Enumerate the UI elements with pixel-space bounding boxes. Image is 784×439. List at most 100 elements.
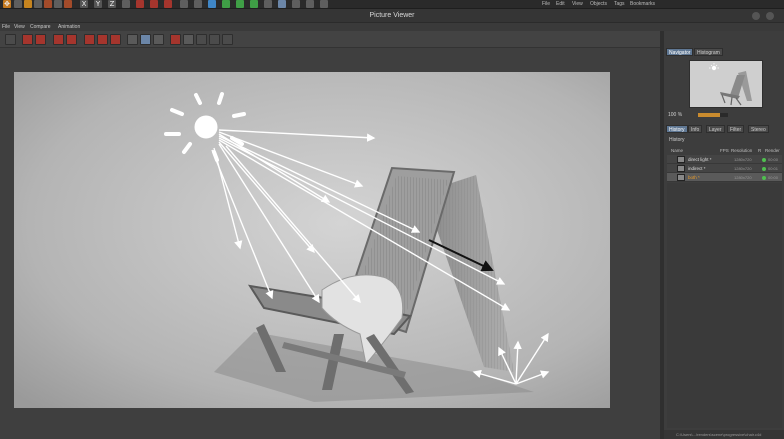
history-row-name: indirect * [688, 166, 706, 171]
menu-view[interactable]: View [14, 23, 25, 31]
tab-layer[interactable]: Layer [706, 125, 725, 133]
menu-file[interactable]: File [2, 23, 10, 31]
status-dot-icon [762, 158, 766, 162]
view-icon[interactable] [97, 34, 108, 45]
column-name[interactable]: Name [671, 147, 683, 154]
cube-icon[interactable] [180, 0, 188, 8]
color-icon[interactable] [209, 34, 220, 45]
app-menu-file[interactable]: File [542, 0, 550, 8]
rotate-tool-icon[interactable] [24, 0, 32, 8]
right-panel: Navigator Histogram 100 % History Info L… [664, 31, 784, 439]
column-resolution[interactable]: Resolution [731, 147, 752, 154]
lock-icon[interactable] [110, 34, 121, 45]
close-button[interactable] [766, 12, 774, 20]
tab-navigator[interactable]: Navigator [666, 48, 694, 56]
minimize-button[interactable] [752, 12, 760, 20]
status-dot-icon [762, 167, 766, 171]
zoom-value[interactable]: 100 % [668, 111, 682, 119]
history-row-time: 00:01 [768, 166, 779, 171]
layout-icon[interactable] [320, 0, 328, 8]
app-menu-view[interactable]: View [572, 0, 583, 8]
cinema4d-window: ✥ X Y Z File Edit View Objects Tags Book… [0, 0, 784, 439]
history-row[interactable]: direct light * 1280x720 00:00 [667, 155, 782, 164]
scene-object-icon[interactable] [306, 0, 314, 8]
picture-viewer-toolbar [0, 31, 660, 48]
points-tool-icon[interactable] [44, 0, 52, 8]
history-row[interactable]: indirect * 1280x720 00:01 [667, 164, 782, 173]
tab-histogram[interactable]: Histogram [694, 48, 723, 56]
zoom-row: 100 % [668, 111, 780, 119]
column-fps[interactable]: FPS [720, 147, 729, 154]
scene-icon[interactable] [292, 0, 300, 8]
camera-object-icon[interactable] [264, 0, 272, 8]
axis-x-icon[interactable]: X [80, 0, 88, 8]
deformer-icon[interactable] [236, 0, 244, 8]
axis-z-icon[interactable]: Z [108, 0, 116, 8]
window-title: Picture Viewer [369, 12, 415, 19]
rendered-image [14, 72, 610, 408]
zoom-slider[interactable] [698, 113, 728, 117]
history-row-resolution: 1280x720 [734, 175, 752, 180]
render-view-icon[interactable] [136, 0, 144, 8]
scale-tool-icon[interactable] [14, 0, 22, 8]
app-menu-tags[interactable]: Tags [614, 0, 625, 8]
edges-tool-icon[interactable] [54, 0, 62, 8]
history-thumbnail [677, 165, 685, 172]
history-thumbnail [677, 174, 685, 181]
tab-stereo[interactable]: Stereo [748, 125, 769, 133]
render-illustration [14, 72, 610, 408]
history-thumbnail [677, 156, 685, 163]
zoom-icon[interactable] [153, 34, 164, 45]
history-row-time: 00:00 [768, 157, 779, 162]
nurbs-icon[interactable] [208, 0, 216, 8]
pen-icon[interactable] [194, 0, 202, 8]
display-icon[interactable] [127, 34, 138, 45]
render-settings-icon[interactable] [164, 0, 172, 8]
compare-icon[interactable] [196, 34, 207, 45]
save-icon[interactable] [183, 34, 194, 45]
menu-bar: File View Compare Animation [0, 23, 784, 31]
coordinate-system-icon[interactable] [122, 0, 130, 8]
menu-compare[interactable]: Compare [30, 23, 51, 31]
tab-info[interactable]: Info [688, 125, 703, 133]
object-tool-icon[interactable] [34, 0, 42, 8]
undo-icon[interactable] [5, 34, 16, 45]
render-view-icon[interactable] [35, 34, 46, 45]
app-menu-objects[interactable]: Objects [590, 0, 607, 8]
render-picture-viewer-icon[interactable] [53, 34, 64, 45]
history-row-resolution: 1280x720 [734, 157, 752, 162]
render-region-icon[interactable] [22, 34, 33, 45]
copy-icon[interactable] [222, 34, 233, 45]
menu-animation[interactable]: Animation [58, 23, 80, 31]
title-bar: Picture Viewer [0, 9, 784, 23]
navigator-preview[interactable] [689, 60, 763, 108]
history-row-time: 00:00 [768, 175, 779, 180]
tab-history[interactable]: History [666, 125, 688, 133]
camera-icon[interactable] [84, 34, 95, 45]
zoom-slider-fill [698, 113, 720, 117]
array-icon[interactable] [222, 0, 230, 8]
image-viewport[interactable] [0, 49, 660, 439]
history-row-resolution: 1280x720 [734, 166, 752, 171]
history-title: History [669, 137, 685, 143]
app-toolbar: ✥ X Y Z File Edit View Objects Tags Book… [0, 0, 784, 9]
tab-filter[interactable]: Filter [727, 125, 745, 133]
file-path: C:\Users\...\renders\scene\progressive\c… [664, 430, 784, 439]
history-row-selected[interactable]: both * 1280x720 00:00 [667, 173, 782, 182]
render-picture-icon[interactable] [150, 0, 158, 8]
app-menu-bookmarks[interactable]: Bookmarks [630, 0, 655, 8]
app-menu-edit[interactable]: Edit [556, 0, 565, 8]
environment-icon[interactable] [250, 0, 258, 8]
history-list-empty [667, 183, 782, 428]
polygons-tool-icon[interactable] [64, 0, 72, 8]
column-r[interactable]: R [758, 147, 761, 154]
grid-icon[interactable] [140, 34, 151, 45]
snapshot-icon[interactable] [170, 34, 181, 45]
light-object-icon[interactable] [278, 0, 286, 8]
edit-render-settings-icon[interactable] [66, 34, 77, 45]
axis-y-icon[interactable]: Y [94, 0, 102, 8]
column-render[interactable]: Render [765, 147, 780, 154]
move-tool-icon[interactable]: ✥ [3, 0, 11, 8]
status-dot-icon [762, 176, 766, 180]
history-row-name: both * [688, 175, 700, 180]
